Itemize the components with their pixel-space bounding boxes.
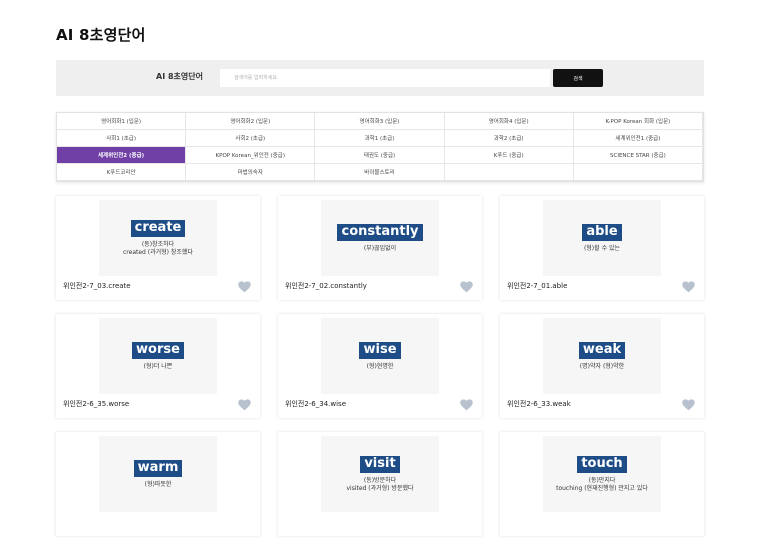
- heart-icon[interactable]: [238, 399, 251, 411]
- card-meaning: (동)창조하다 created (과거형) 창조했다: [123, 241, 193, 257]
- meaning-line: (형)할 수 있는: [583, 244, 621, 252]
- category-tab[interactable]: 사회2 (초급): [186, 130, 316, 147]
- meaning-line: (동)만지다: [588, 476, 616, 484]
- category-tab[interactable]: 세계위인전1 (중급): [573, 130, 703, 147]
- word-badge: visit: [360, 455, 400, 473]
- card-image: worse (형)더 나쁜: [99, 318, 217, 394]
- card-meaning: (부)끊임없이: [364, 245, 396, 253]
- category-tab[interactable]: K-POP Korean 회화 (입문): [573, 113, 703, 130]
- card-image: visit (동)방문하다 visited (과거형) 방문했다: [321, 436, 439, 512]
- meaning-line: (형)현명한: [366, 362, 394, 370]
- meaning-line: (동)창조하다: [141, 240, 175, 248]
- category-empty-cell: [573, 164, 703, 181]
- word-card[interactable]: worse (형)더 나쁜 위인전2-6_35.worse: [56, 314, 260, 418]
- word-badge: touch: [577, 455, 627, 473]
- category-tab[interactable]: 영어회화2 (입문): [186, 113, 316, 130]
- card-title: 위인전2-6_35.worse: [63, 400, 130, 408]
- category-tab[interactable]: K푸드 (중급): [444, 147, 574, 164]
- word-card[interactable]: touch (동)만지다 touching (현재진행형) 만지고 있다: [500, 432, 704, 536]
- card-title: 위인전2-6_33.weak: [507, 400, 571, 408]
- category-tab[interactable]: 사회1 (초급): [57, 130, 187, 147]
- meaning-line: (동)방문하다: [363, 476, 397, 484]
- word-card[interactable]: create (동)창조하다 created (과거형) 창조했다 위인전2-7…: [56, 196, 260, 300]
- word-card[interactable]: visit (동)방문하다 visited (과거형) 방문했다: [278, 432, 482, 536]
- category-grid: 영어회화1 (입문) 영어회화2 (입문) 영어회화3 (입문) 영어회화4 (…: [56, 112, 704, 182]
- search-button[interactable]: 검색: [553, 69, 603, 87]
- heart-icon[interactable]: [238, 281, 251, 293]
- word-card[interactable]: weak (명)약자 (형)약한 위인전2-6_33.weak: [500, 314, 704, 418]
- card-meaning: (명)약자 (형)약한: [580, 363, 624, 371]
- card-meaning: (형)현명한: [367, 363, 394, 371]
- category-empty-cell: [444, 164, 574, 181]
- category-tab[interactable]: KPOP Korean_위인전 (중급): [186, 147, 316, 164]
- card-meaning: (동)방문하다 visited (과거형) 방문했다: [347, 477, 414, 493]
- meaning-line: visited (과거형) 방문했다: [346, 484, 414, 492]
- page-title: AI 8초영단어: [56, 26, 146, 44]
- card-meaning: (형)따뜻한: [145, 481, 172, 489]
- card-meaning: (동)만지다 touching (현재진행형) 만지고 있다: [556, 477, 648, 493]
- word-badge: warm: [133, 459, 183, 477]
- card-meaning: (형)더 나쁜: [144, 363, 173, 371]
- meaning-line: (형)따뜻한: [144, 480, 172, 488]
- category-tab[interactable]: 과학2 (초급): [444, 130, 574, 147]
- heart-icon[interactable]: [682, 399, 695, 411]
- word-badge: worse: [132, 341, 184, 359]
- meaning-line: created (과거형) 창조했다: [123, 248, 193, 256]
- heart-icon[interactable]: [682, 281, 695, 293]
- card-image: touch (동)만지다 touching (현재진행형) 만지고 있다: [543, 436, 661, 512]
- word-badge: able: [582, 223, 622, 241]
- search-bar: AI 8초영단어 검색: [56, 60, 704, 96]
- card-image: weak (명)약자 (형)약한: [543, 318, 661, 394]
- heart-icon[interactable]: [460, 399, 473, 411]
- card-image: constantly (부)끊임없이: [321, 200, 439, 276]
- word-card[interactable]: able (형)할 수 있는 위인전2-7_01.able: [500, 196, 704, 300]
- category-tab[interactable]: 영어회화3 (입문): [315, 113, 445, 130]
- category-tab[interactable]: SCIENCE STAR (중급): [573, 147, 703, 164]
- meaning-line: (명)약자 (형)약한: [579, 362, 625, 370]
- heart-icon[interactable]: [460, 281, 473, 293]
- word-card[interactable]: wise (형)현명한 위인전2-6_34.wise: [278, 314, 482, 418]
- word-card[interactable]: warm (형)따뜻한: [56, 432, 260, 536]
- category-tab[interactable]: 태권도 (중급): [315, 147, 445, 164]
- category-tab[interactable]: 영어회화4 (입문): [444, 113, 574, 130]
- meaning-line: (형)더 나쁜: [143, 362, 173, 370]
- word-badge: wise: [359, 341, 401, 359]
- category-tab[interactable]: 마법의숙자: [186, 164, 316, 181]
- search-label: AI 8초영단어: [156, 72, 203, 81]
- search-input[interactable]: [220, 69, 550, 87]
- word-badge: constantly: [337, 223, 423, 241]
- card-title: 위인전2-6_34.wise: [285, 400, 347, 408]
- category-tab-active[interactable]: 세계위인전2 (중급): [57, 147, 187, 164]
- card-title: 위인전2-7_01.able: [507, 282, 568, 290]
- card-title: 위인전2-7_02.constantly: [285, 282, 367, 290]
- card-image: create (동)창조하다 created (과거형) 창조했다: [99, 200, 217, 276]
- card-image: wise (형)현명한: [321, 318, 439, 394]
- word-card[interactable]: constantly (부)끊임없이 위인전2-7_02.constantly: [278, 196, 482, 300]
- card-title: 위인전2-7_03.create: [63, 282, 131, 290]
- category-tab[interactable]: 영어회화1 (입문): [57, 113, 187, 130]
- category-tab[interactable]: K푸드코리안: [57, 164, 187, 181]
- card-image: warm (형)따뜻한: [99, 436, 217, 512]
- category-tab[interactable]: 과학1 (초급): [315, 130, 445, 147]
- card-image: able (형)할 수 있는: [543, 200, 661, 276]
- category-tab[interactable]: 바이블스토리: [315, 164, 445, 181]
- word-badge: create: [130, 219, 186, 237]
- word-badge: weak: [578, 341, 626, 359]
- meaning-line: touching (현재진행형) 만지고 있다: [556, 484, 648, 492]
- card-meaning: (형)할 수 있는: [584, 245, 620, 253]
- meaning-line: (부)끊임없이: [363, 244, 397, 252]
